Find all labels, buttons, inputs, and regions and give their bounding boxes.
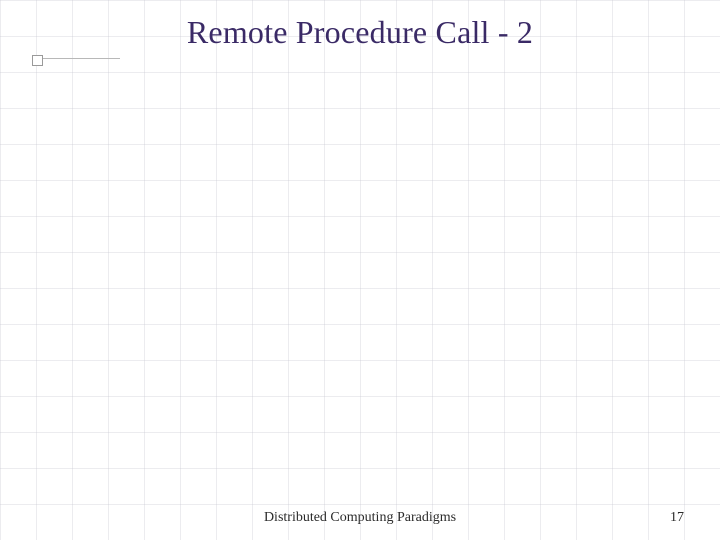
footer-text: Distributed Computing Paradigms (0, 510, 720, 526)
slide-title: Remote Procedure Call - 2 (187, 14, 533, 51)
page-number: 17 (670, 510, 684, 526)
title-area: Remote Procedure Call - 2 (0, 14, 720, 51)
slide: Remote Procedure Call - 2 Distributed Co… (0, 0, 720, 540)
title-underline-decoration (40, 58, 120, 59)
